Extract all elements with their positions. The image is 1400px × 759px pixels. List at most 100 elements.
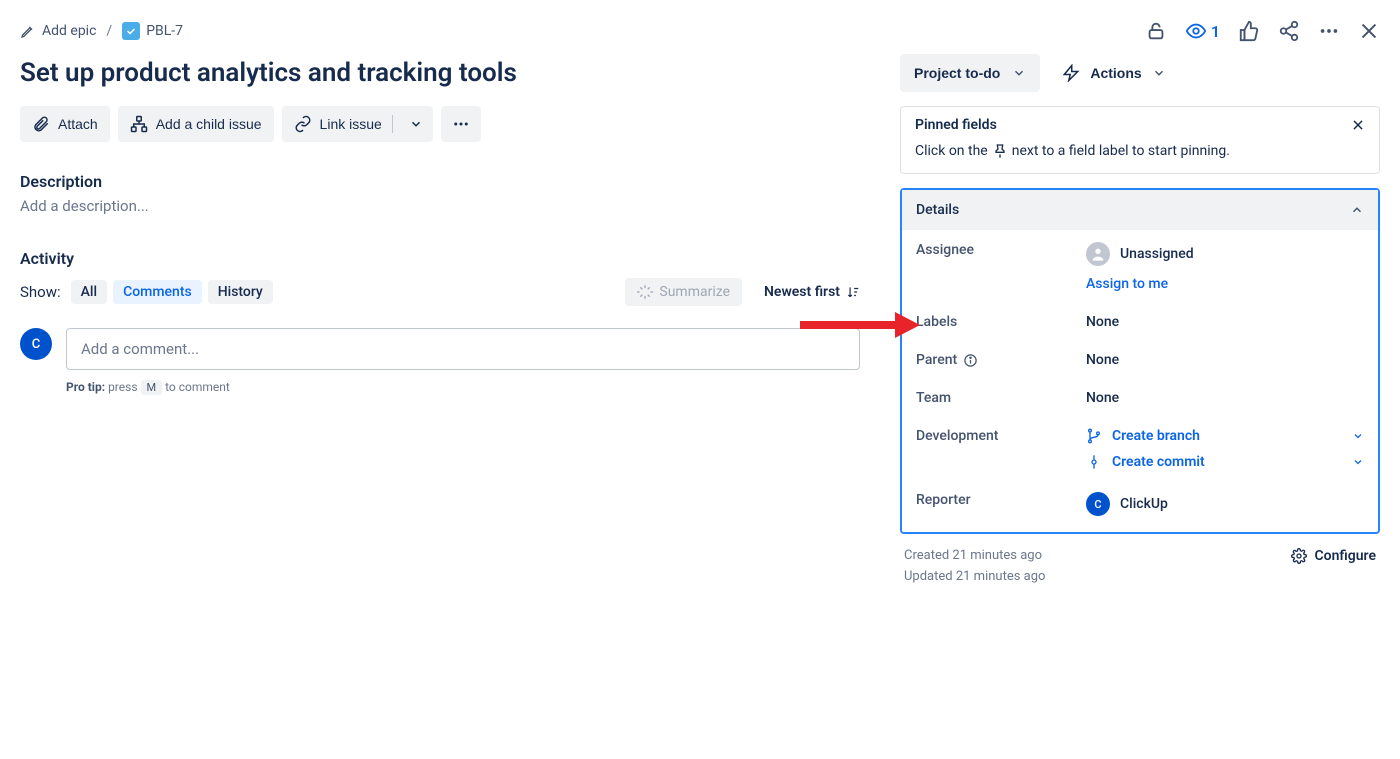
labels-value[interactable]: None — [1086, 314, 1364, 330]
chevron-down-icon[interactable] — [403, 117, 429, 131]
close-pinned-icon[interactable] — [1351, 118, 1365, 132]
pencil-icon — [20, 23, 36, 39]
thumbs-up-icon[interactable] — [1238, 20, 1260, 42]
assignee-label: Assignee — [916, 242, 1086, 258]
assign-to-me-link[interactable]: Assign to me — [1086, 276, 1168, 292]
close-icon[interactable] — [1358, 20, 1380, 42]
parent-label: Parent — [916, 352, 1086, 368]
comment-placeholder: Add a comment... — [81, 340, 199, 358]
issue-key-text: PBL-7 — [146, 23, 183, 39]
paperclip-icon — [32, 115, 50, 133]
development-label: Development — [916, 428, 1086, 444]
meta-timestamps: Created 21 minutes ago Updated 21 minute… — [904, 548, 1045, 584]
breadcrumb-separator: / — [106, 23, 112, 39]
top-bar: Add epic / PBL-7 1 — [20, 8, 1380, 54]
parent-value[interactable]: None — [1086, 352, 1364, 368]
info-icon[interactable] — [963, 353, 978, 368]
updated-time: Updated 21 minutes ago — [904, 569, 1045, 584]
assignee-value[interactable]: Unassigned — [1086, 242, 1364, 266]
pin-icon — [992, 143, 1008, 159]
tab-all[interactable]: All — [71, 280, 107, 304]
status-dropdown[interactable]: Project to-do — [900, 54, 1040, 92]
lightning-icon — [1062, 64, 1080, 82]
issue-toolbar: Attach Add a child issue Link issue — [20, 106, 860, 142]
field-reporter: Reporter C ClickUp — [916, 492, 1364, 516]
details-heading: Details — [916, 202, 959, 218]
child-issue-icon — [130, 115, 148, 133]
more-icon[interactable] — [1318, 20, 1340, 42]
pinned-fields-panel: Pinned fields Click on the next to a fie… — [900, 106, 1380, 174]
create-branch-text: Create branch — [1112, 428, 1200, 444]
activity-heading: Activity — [20, 249, 74, 268]
user-avatar: C — [20, 328, 52, 360]
protip-pre: press — [108, 380, 137, 394]
create-commit-text: Create commit — [1112, 454, 1205, 470]
protip-key: M — [141, 380, 163, 395]
sort-button[interactable]: Newest first — [764, 284, 860, 300]
reporter-label: Reporter — [916, 492, 1086, 508]
add-epic-link[interactable]: Add epic — [20, 23, 96, 39]
configure-label: Configure — [1315, 548, 1376, 564]
issue-key-link[interactable]: PBL-7 — [122, 22, 183, 40]
field-team: Team None — [916, 390, 1364, 406]
watch-count: 1 — [1211, 22, 1220, 41]
field-parent: Parent None — [916, 352, 1364, 368]
actions-dropdown[interactable]: Actions — [1058, 54, 1169, 92]
status-label: Project to-do — [914, 65, 1000, 81]
add-child-label: Add a child issue — [156, 116, 262, 132]
share-icon[interactable] — [1278, 20, 1300, 42]
commit-icon — [1086, 454, 1102, 470]
pinned-fields-heading: Pinned fields — [915, 117, 997, 133]
task-type-icon — [122, 22, 140, 40]
add-epic-label: Add epic — [42, 23, 96, 39]
labels-label: Labels — [916, 314, 1086, 330]
team-value[interactable]: None — [1086, 390, 1364, 406]
reporter-name: ClickUp — [1120, 496, 1168, 512]
create-commit-link[interactable]: Create commit — [1086, 454, 1364, 470]
tab-history[interactable]: History — [208, 280, 273, 304]
field-assignee: Assignee Unassigned Assign to me — [916, 242, 1364, 292]
attach-label: Attach — [58, 116, 98, 132]
description-heading: Description — [20, 172, 860, 191]
protip: Pro tip: press M to comment — [66, 380, 860, 394]
gear-icon — [1291, 548, 1307, 564]
sparkle-icon — [637, 284, 653, 300]
create-branch-link[interactable]: Create branch — [1086, 428, 1364, 444]
chevron-down-icon — [1012, 66, 1026, 80]
pin-hint-pre: Click on the — [915, 143, 988, 159]
activity-show-label: Show: — [20, 283, 61, 301]
branch-icon — [1086, 428, 1102, 444]
field-labels: Labels None — [916, 314, 1364, 330]
team-label: Team — [916, 390, 1086, 406]
watch-button[interactable]: 1 — [1185, 20, 1220, 42]
chevron-down-icon — [1152, 66, 1166, 80]
sort-label: Newest first — [764, 284, 840, 300]
link-icon — [294, 115, 312, 133]
actions-label: Actions — [1090, 65, 1141, 81]
chevron-down-icon[interactable] — [1352, 456, 1364, 468]
issue-title[interactable]: Set up product analytics and tracking to… — [20, 58, 860, 88]
top-actions: 1 — [1145, 20, 1380, 42]
lock-icon[interactable] — [1145, 20, 1167, 42]
tab-comments[interactable]: Comments — [113, 280, 202, 304]
comment-input[interactable]: Add a comment... — [66, 328, 860, 370]
protip-label: Pro tip: — [66, 380, 105, 394]
summarize-label: Summarize — [659, 284, 730, 300]
more-actions-button[interactable] — [441, 106, 481, 142]
sort-icon — [846, 285, 860, 299]
pin-hint-post: next to a field label to start pinning. — [1012, 143, 1230, 159]
add-child-issue-button[interactable]: Add a child issue — [118, 106, 274, 142]
created-time: Created 21 minutes ago — [904, 548, 1045, 563]
details-header[interactable]: Details — [902, 190, 1378, 230]
unassigned-avatar-icon — [1086, 242, 1110, 266]
link-issue-button[interactable]: Link issue — [282, 106, 433, 142]
breadcrumb: Add epic / PBL-7 — [20, 22, 183, 40]
description-placeholder[interactable]: Add a description... — [20, 197, 860, 215]
assignee-value-text: Unassigned — [1120, 246, 1194, 262]
configure-button[interactable]: Configure — [1291, 548, 1376, 564]
summarize-button[interactable]: Summarize — [625, 278, 742, 306]
attach-button[interactable]: Attach — [20, 106, 110, 142]
chevron-down-icon[interactable] — [1352, 430, 1364, 442]
details-panel: Details Assignee Unassigne — [900, 188, 1380, 534]
reporter-value[interactable]: C ClickUp — [1086, 492, 1364, 516]
